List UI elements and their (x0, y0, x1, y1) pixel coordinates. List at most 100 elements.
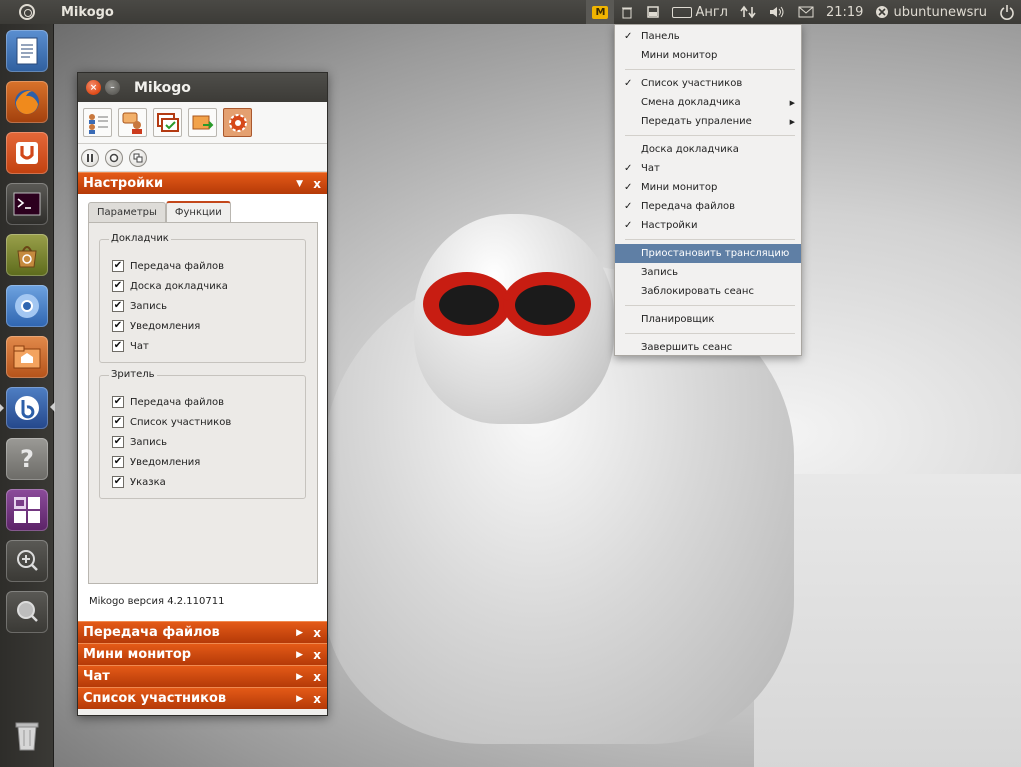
expand-arrow-icon[interactable]: ▶ (296, 672, 303, 682)
menu-item-pause-broadcast[interactable]: Приостановить трансляцию (615, 244, 801, 263)
file-transfer-section-header[interactable]: Передача файлов ▶ x (78, 621, 327, 643)
expand-arrow-icon[interactable]: ▶ (296, 628, 303, 638)
window-minimize-button[interactable]: – (105, 80, 120, 95)
user-indicator[interactable]: ubuntunewsru (869, 0, 993, 24)
option-label: Передача файлов (130, 260, 225, 272)
section-close-icon[interactable]: x (313, 626, 321, 640)
presenter-chat-option[interactable]: ✔ Чат (112, 340, 149, 352)
presenter-group: Докладчик ✔ Передача файлов ✔ Доска доклад… (99, 233, 306, 363)
dash-button[interactable] (0, 0, 54, 24)
network-indicator[interactable] (734, 0, 762, 24)
switch-presenter-icon (122, 112, 142, 134)
viewer-participant-list-option[interactable]: ✔ Список участников (112, 416, 231, 428)
checkbox[interactable]: ✔ (112, 456, 124, 468)
power-icon (1000, 5, 1014, 20)
section-close-icon[interactable]: x (313, 648, 321, 662)
libreoffice-writer-icon[interactable] (6, 30, 48, 72)
switch-presenter-button[interactable] (118, 108, 147, 137)
checkbox[interactable]: ✔ (112, 260, 124, 272)
transfer-icon (192, 115, 213, 129)
menu-item-panel[interactable]: ✓ Панель (615, 27, 801, 46)
whiteboard-button[interactable] (153, 108, 182, 137)
menu-item-mini-monitor-2[interactable]: ✓ Мини монитор (615, 178, 801, 197)
expand-arrow-icon[interactable]: ▶ (296, 650, 303, 660)
menu-item-settings[interactable]: ✓ Настройки (615, 216, 801, 235)
checkbox[interactable]: ✔ (112, 416, 124, 428)
mikogo-indicator-menu: ✓ Панель Мини монитор ✓ Список участников … (614, 24, 802, 356)
checkbox[interactable]: ✔ (112, 436, 124, 448)
mikogo-indicator[interactable]: M (586, 0, 615, 24)
section-close-icon[interactable]: x (313, 670, 321, 684)
menu-item-switch-presenter[interactable]: Смена докладчика ▶ (615, 93, 801, 112)
menu-item-end-session[interactable]: Завершить сеанс (615, 338, 801, 357)
messaging-indicator[interactable] (792, 0, 820, 24)
checkbox[interactable]: ✔ (112, 320, 124, 332)
chat-section-header[interactable]: Чат ▶ x (78, 665, 327, 687)
participants-button[interactable] (83, 108, 112, 137)
tab-functions[interactable]: Функции (165, 201, 231, 222)
presenter-whiteboard-option[interactable]: ✔ Доска докладчика (112, 280, 228, 292)
copy-button[interactable] (129, 148, 147, 167)
menu-item-chat[interactable]: ✓ Чат (615, 159, 801, 178)
expand-arrow-icon[interactable]: ▶ (296, 694, 303, 704)
viewer-notifications-option[interactable]: ✔ Уведомления (112, 456, 200, 468)
sound-indicator[interactable] (762, 0, 792, 24)
viewer-file-transfer-option[interactable]: ✔ Передача файлов (112, 396, 224, 408)
menu-item-mini-monitor[interactable]: Мини монитор (615, 46, 801, 65)
checkbox[interactable]: ✔ (112, 340, 124, 352)
mini-monitor-section-header[interactable]: Мини монитор ▶ x (78, 643, 327, 665)
presenter-recording-option[interactable]: ✔ Запись (112, 300, 167, 312)
keyboard-layout-label: Англ (695, 4, 728, 20)
presenter-notifications-option[interactable]: ✔ Уведомления (112, 320, 200, 332)
menu-item-file-transfer[interactable]: ✓ Передача файлов (615, 197, 801, 216)
pause-button[interactable] (81, 148, 99, 167)
participants-section-header[interactable]: Список участников ▶ x (78, 687, 327, 709)
checkbox[interactable]: ✔ (112, 396, 124, 408)
ubuntu-one-icon[interactable] (6, 132, 48, 174)
clock-indicator[interactable]: 21:19 (820, 0, 869, 24)
workspace-switcher-icon[interactable] (6, 489, 48, 531)
record-button[interactable] (105, 148, 123, 167)
menu-item-lock-session[interactable]: Заблокировать сеанс (615, 282, 801, 301)
file-transfer-button[interactable] (188, 108, 217, 137)
section-close-icon[interactable]: x (313, 177, 321, 191)
menu-item-record[interactable]: Запись (615, 263, 801, 282)
chromium-icon[interactable] (6, 285, 48, 327)
collapse-arrow-icon[interactable]: ▼ (296, 179, 303, 189)
home-folder-icon[interactable] (6, 336, 48, 378)
zoom-in-icon[interactable] (6, 540, 48, 582)
check-icon: ✓ (624, 78, 633, 89)
mikogo-icon[interactable] (6, 387, 48, 429)
menu-item-transfer-control[interactable]: Передать упраление ▶ (615, 112, 801, 131)
menu-item-label: Заблокировать сеанс (641, 286, 754, 297)
settings-section-header[interactable]: Настройки ▼ x (78, 172, 327, 194)
settings-button[interactable] (223, 108, 252, 137)
menu-item-whiteboard[interactable]: Доска докладчика (615, 140, 801, 159)
top-panel: Mikogo M Англ 21:19 ubuntunewsru (0, 0, 1021, 24)
mikogo-titlebar[interactable]: × – Mikogo (78, 73, 327, 102)
settings-section-title: Настройки (83, 176, 164, 191)
menu-item-scheduler[interactable]: Планировщик (615, 310, 801, 329)
session-indicator[interactable] (993, 0, 1021, 24)
checkbox[interactable]: ✔ (112, 300, 124, 312)
viewer-recording-option[interactable]: ✔ Запись (112, 436, 167, 448)
trash-icon[interactable] (6, 714, 48, 756)
section-title: Список участников (83, 691, 227, 706)
option-label: Доска докладчика (130, 280, 228, 292)
trash-indicator[interactable] (614, 0, 640, 24)
firefox-icon[interactable] (6, 81, 48, 123)
terminal-icon[interactable] (6, 183, 48, 225)
checkbox[interactable]: ✔ (112, 280, 124, 292)
section-close-icon[interactable]: x (313, 692, 321, 706)
checkbox[interactable]: ✔ (112, 476, 124, 488)
window-close-button[interactable]: × (86, 80, 101, 95)
viewer-pointer-option[interactable]: ✔ Указка (112, 476, 166, 488)
presenter-file-transfer-option[interactable]: ✔ Передача файлов (112, 260, 224, 272)
tab-parameters[interactable]: Параметры (88, 202, 166, 222)
help-icon[interactable]: ? (6, 438, 48, 480)
software-center-icon[interactable] (6, 234, 48, 276)
window-indicator[interactable] (640, 0, 666, 24)
zoom-icon[interactable] (6, 591, 48, 633)
menu-item-participant-list[interactable]: ✓ Список участников (615, 74, 801, 93)
keyboard-indicator[interactable]: Англ (666, 0, 734, 24)
